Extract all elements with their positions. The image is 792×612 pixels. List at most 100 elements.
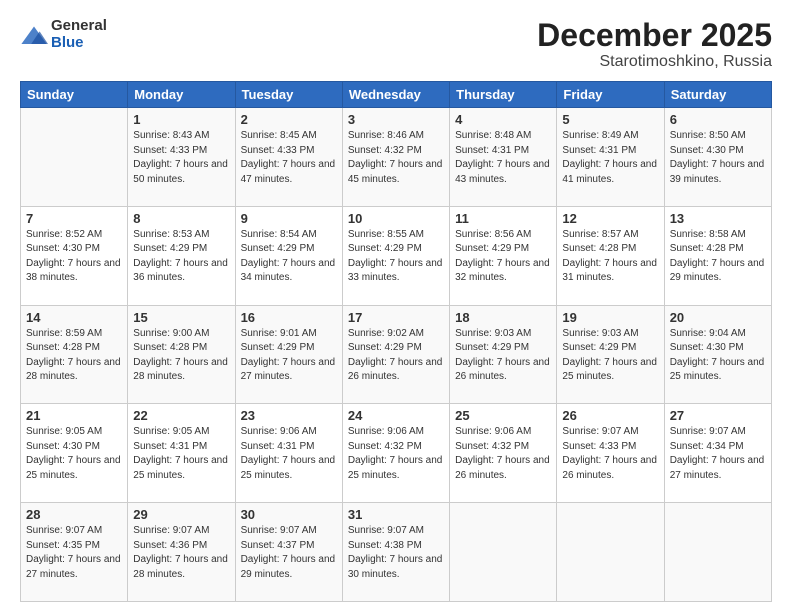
- header: General Blue December 2025 Starotimoshki…: [20, 18, 772, 71]
- calendar-cell: [557, 503, 664, 602]
- calendar-col-friday: Friday: [557, 82, 664, 108]
- calendar-cell: 18 Sunrise: 9:03 AMSunset: 4:29 PMDayligh…: [450, 305, 557, 404]
- calendar-cell: 2 Sunrise: 8:45 AMSunset: 4:33 PMDaylight…: [235, 108, 342, 207]
- cell-info: Sunrise: 8:52 AMSunset: 4:30 PMDaylight:…: [26, 229, 121, 284]
- calendar-cell: 19 Sunrise: 9:03 AMSunset: 4:29 PMDayligh…: [557, 305, 664, 404]
- day-number: 8: [133, 211, 229, 226]
- calendar-col-tuesday: Tuesday: [235, 82, 342, 108]
- calendar-col-monday: Monday: [128, 82, 235, 108]
- cell-info: Sunrise: 9:02 AMSunset: 4:29 PMDaylight:…: [348, 328, 443, 383]
- calendar-cell: 11Sunrise: 8:56 AMSunset: 4:29 PMDayligh…: [450, 206, 557, 305]
- calendar-col-sunday: Sunday: [21, 82, 128, 108]
- day-number: 12: [562, 211, 658, 226]
- calendar-cell: 5Sunrise: 8:49 AMSunset: 4:31 PMDaylight…: [557, 108, 664, 207]
- calendar-cell: 10 Sunrise: 8:55 AMSunset: 4:29 PMDayligh…: [342, 206, 449, 305]
- calendar-table: SundayMondayTuesdayWednesdayThursdayFrid…: [20, 81, 772, 602]
- day-number: 7: [26, 211, 122, 226]
- day-number: 14: [26, 310, 122, 325]
- calendar-cell: 21 Sunrise: 9:05 AMSunset: 4:30 PMDayligh…: [21, 404, 128, 503]
- day-number: 5: [562, 112, 658, 127]
- calendar-cell: 27 Sunrise: 9:07 AMSunset: 4:34 PMDayligh…: [664, 404, 771, 503]
- logo-general-text: General: [51, 17, 107, 34]
- cell-info: Sunrise: 9:03 AMSunset: 4:29 PMDaylight:…: [562, 328, 657, 383]
- calendar-col-wednesday: Wednesday: [342, 82, 449, 108]
- cell-info: Sunrise: 9:00 AMSunset: 4:28 PMDaylight:…: [133, 328, 228, 383]
- day-number: 28: [26, 507, 122, 522]
- calendar-cell: 14 Sunrise: 8:59 AMSunset: 4:28 PMDayligh…: [21, 305, 128, 404]
- day-number: 24: [348, 408, 444, 423]
- calendar-cell: 1Sunrise: 8:43 AMSunset: 4:33 PMDaylight…: [128, 108, 235, 207]
- cell-info: Sunrise: 9:07 AMSunset: 4:33 PMDaylight:…: [562, 426, 657, 481]
- day-number: 1: [133, 112, 229, 127]
- cell-info: Sunrise: 8:57 AMSunset: 4:28 PMDaylight:…: [562, 229, 657, 284]
- day-number: 21: [26, 408, 122, 423]
- cell-info: Sunrise: 9:03 AMSunset: 4:29 PMDaylight:…: [455, 328, 550, 383]
- cell-info: Sunrise: 8:58 AMSunset: 4:28 PMDaylight:…: [670, 229, 765, 284]
- day-number: 13: [670, 211, 766, 226]
- calendar-row-1: 7 Sunrise: 8:52 AMSunset: 4:30 PMDaylight…: [21, 206, 772, 305]
- day-number: 17: [348, 310, 444, 325]
- cell-info: Sunrise: 9:07 AMSunset: 4:38 PMDaylight:…: [348, 525, 443, 580]
- subtitle: Starotimoshkino, Russia: [537, 53, 772, 71]
- logo-text: General Blue: [51, 18, 107, 51]
- day-number: 2: [241, 112, 337, 127]
- day-number: 27: [670, 408, 766, 423]
- calendar-cell: 31 Sunrise: 9:07 AMSunset: 4:38 PMDayligh…: [342, 503, 449, 602]
- cell-info: Sunrise: 9:04 AMSunset: 4:30 PMDaylight:…: [670, 328, 765, 383]
- main-title: December 2025: [537, 18, 772, 53]
- day-number: 25: [455, 408, 551, 423]
- cell-info: Sunrise: 8:45 AMSunset: 4:33 PMDaylight:…: [241, 130, 336, 185]
- calendar-cell: 17 Sunrise: 9:02 AMSunset: 4:29 PMDayligh…: [342, 305, 449, 404]
- calendar-cell: 12 Sunrise: 8:57 AMSunset: 4:28 PMDayligh…: [557, 206, 664, 305]
- cell-info: Sunrise: 8:46 AMSunset: 4:32 PMDaylight:…: [348, 130, 443, 185]
- day-number: 20: [670, 310, 766, 325]
- calendar-col-thursday: Thursday: [450, 82, 557, 108]
- title-section: December 2025 Starotimoshkino, Russia: [537, 18, 772, 71]
- calendar-cell: 8Sunrise: 8:53 AMSunset: 4:29 PMDaylight…: [128, 206, 235, 305]
- day-number: 18: [455, 310, 551, 325]
- calendar-row-0: 1Sunrise: 8:43 AMSunset: 4:33 PMDaylight…: [21, 108, 772, 207]
- calendar-cell: 3 Sunrise: 8:46 AMSunset: 4:32 PMDaylight…: [342, 108, 449, 207]
- calendar-cell: 16 Sunrise: 9:01 AMSunset: 4:29 PMDayligh…: [235, 305, 342, 404]
- day-number: 4: [455, 112, 551, 127]
- calendar-cell: 28Sunrise: 9:07 AMSunset: 4:35 PMDayligh…: [21, 503, 128, 602]
- calendar-cell: 4 Sunrise: 8:48 AMSunset: 4:31 PMDaylight…: [450, 108, 557, 207]
- calendar-cell: 24 Sunrise: 9:06 AMSunset: 4:32 PMDayligh…: [342, 404, 449, 503]
- calendar-row-4: 28Sunrise: 9:07 AMSunset: 4:35 PMDayligh…: [21, 503, 772, 602]
- calendar-cell: [21, 108, 128, 207]
- calendar-col-saturday: Saturday: [664, 82, 771, 108]
- cell-info: Sunrise: 8:48 AMSunset: 4:31 PMDaylight:…: [455, 130, 550, 185]
- cell-info: Sunrise: 9:06 AMSunset: 4:31 PMDaylight:…: [241, 426, 336, 481]
- calendar-cell: 9Sunrise: 8:54 AMSunset: 4:29 PMDaylight…: [235, 206, 342, 305]
- cell-info: Sunrise: 9:07 AMSunset: 4:34 PMDaylight:…: [670, 426, 765, 481]
- cell-info: Sunrise: 8:59 AMSunset: 4:28 PMDaylight:…: [26, 328, 121, 383]
- day-number: 16: [241, 310, 337, 325]
- cell-info: Sunrise: 9:06 AMSunset: 4:32 PMDaylight:…: [348, 426, 443, 481]
- calendar-cell: 20 Sunrise: 9:04 AMSunset: 4:30 PMDayligh…: [664, 305, 771, 404]
- calendar-cell: 6Sunrise: 8:50 AMSunset: 4:30 PMDaylight…: [664, 108, 771, 207]
- day-number: 19: [562, 310, 658, 325]
- cell-info: Sunrise: 9:06 AMSunset: 4:32 PMDaylight:…: [455, 426, 550, 481]
- calendar-row-3: 21 Sunrise: 9:05 AMSunset: 4:30 PMDayligh…: [21, 404, 772, 503]
- page: General Blue December 2025 Starotimoshki…: [0, 0, 792, 612]
- cell-info: Sunrise: 9:01 AMSunset: 4:29 PMDaylight:…: [241, 328, 336, 383]
- calendar-cell: 30Sunrise: 9:07 AMSunset: 4:37 PMDayligh…: [235, 503, 342, 602]
- day-number: 6: [670, 112, 766, 127]
- day-number: 22: [133, 408, 229, 423]
- day-number: 30: [241, 507, 337, 522]
- day-number: 31: [348, 507, 444, 522]
- calendar-cell: 23 Sunrise: 9:06 AMSunset: 4:31 PMDayligh…: [235, 404, 342, 503]
- day-number: 10: [348, 211, 444, 226]
- calendar-cell: 26Sunrise: 9:07 AMSunset: 4:33 PMDayligh…: [557, 404, 664, 503]
- day-number: 23: [241, 408, 337, 423]
- calendar-cell: 22 Sunrise: 9:05 AMSunset: 4:31 PMDayligh…: [128, 404, 235, 503]
- logo-icon: [20, 23, 48, 51]
- cell-info: Sunrise: 8:55 AMSunset: 4:29 PMDaylight:…: [348, 229, 443, 284]
- calendar-row-2: 14 Sunrise: 8:59 AMSunset: 4:28 PMDayligh…: [21, 305, 772, 404]
- day-number: 3: [348, 112, 444, 127]
- cell-info: Sunrise: 9:05 AMSunset: 4:30 PMDaylight:…: [26, 426, 121, 481]
- cell-info: Sunrise: 8:54 AMSunset: 4:29 PMDaylight:…: [241, 229, 336, 284]
- day-number: 29: [133, 507, 229, 522]
- day-number: 15: [133, 310, 229, 325]
- cell-info: Sunrise: 9:05 AMSunset: 4:31 PMDaylight:…: [133, 426, 228, 481]
